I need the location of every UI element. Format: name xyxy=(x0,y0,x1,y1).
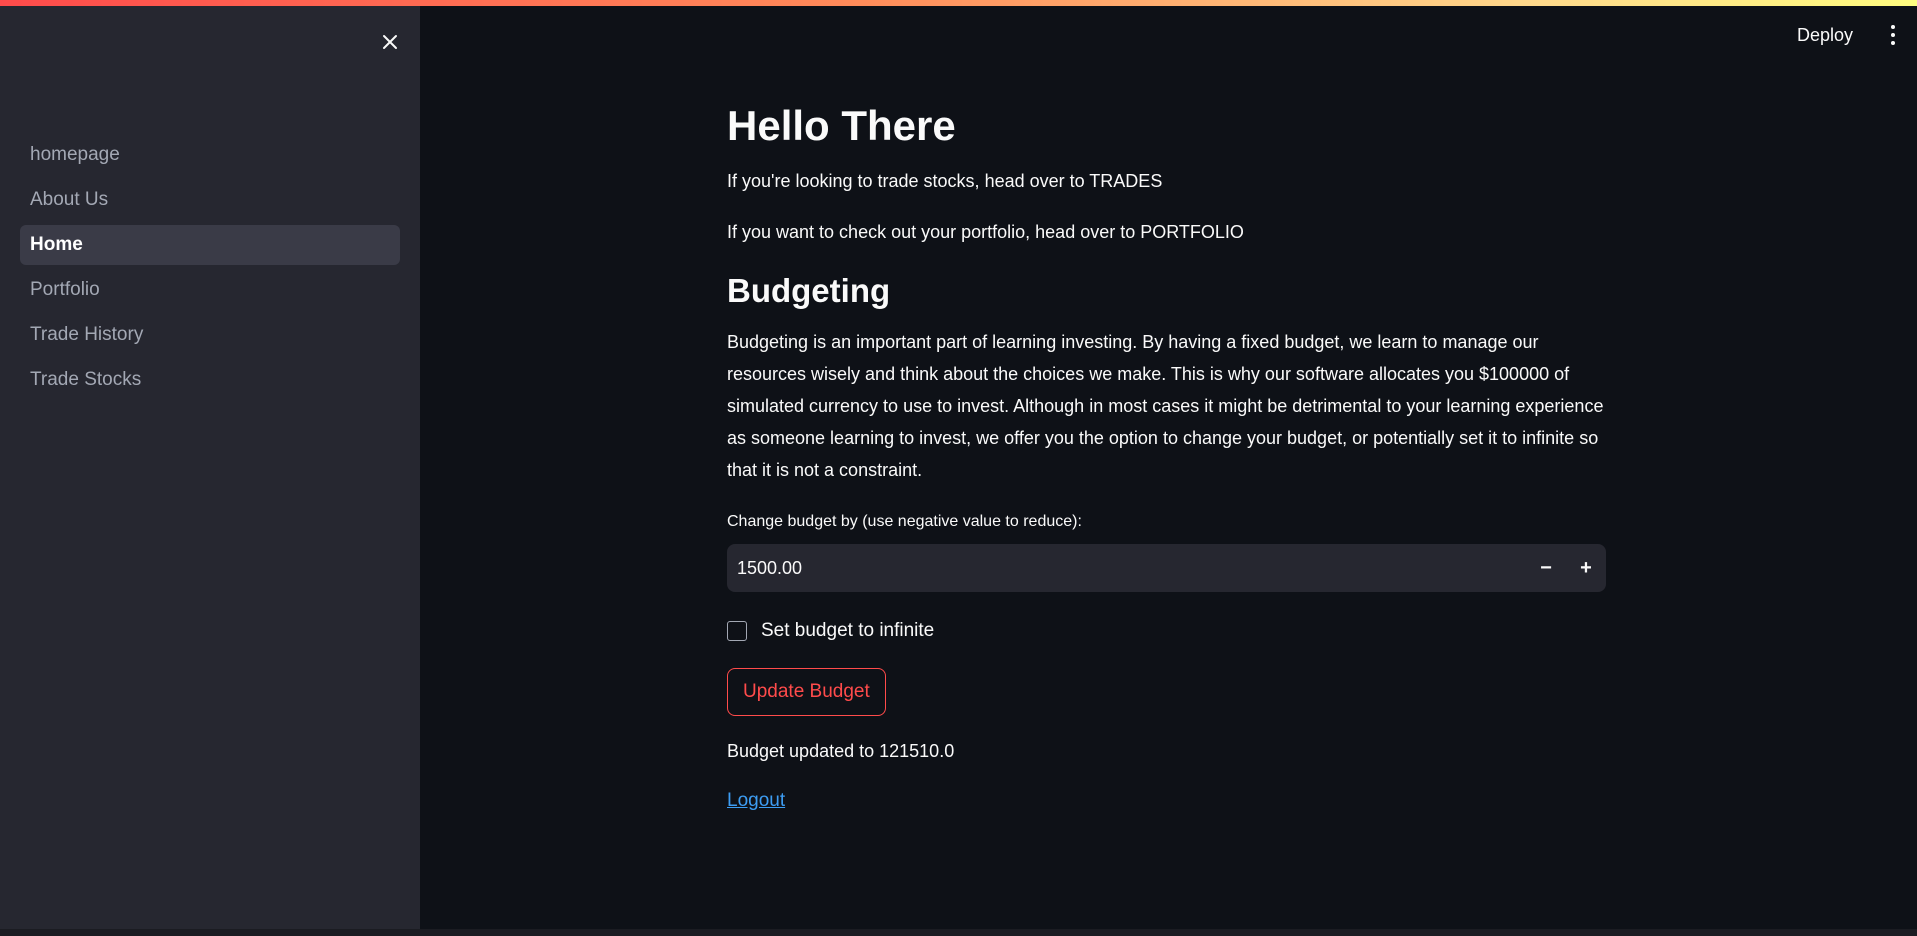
close-icon xyxy=(383,35,397,49)
portfolio-hint: If you want to check out your portfolio,… xyxy=(727,222,1244,242)
top-decoration-bar xyxy=(0,0,1917,6)
budget-number-input: − + xyxy=(727,544,1606,592)
increment-button[interactable]: + xyxy=(1566,544,1606,592)
bottom-border xyxy=(0,929,1917,936)
main-content: Hello There If you're looking to trade s… xyxy=(727,100,1606,812)
sidebar-item-home[interactable]: Home xyxy=(20,225,400,265)
sidebar: homepage About Us Home Portfolio Trade H… xyxy=(0,6,420,930)
sidebar-item-portfolio[interactable]: Portfolio xyxy=(20,270,400,310)
sidebar-item-about-us[interactable]: About Us xyxy=(20,180,400,220)
budgeting-paragraph: Budgeting is an important part of learni… xyxy=(727,332,1604,480)
decrement-button[interactable]: − xyxy=(1526,544,1566,592)
page-title: Hello There xyxy=(727,102,956,149)
vertical-dots-icon xyxy=(1891,25,1895,29)
budget-input-label: Change budget by (use negative value to … xyxy=(727,513,1082,530)
sidebar-item-trade-history[interactable]: Trade History xyxy=(20,315,400,355)
infinite-budget-label[interactable]: Set budget to infinite xyxy=(761,620,934,642)
budget-status-message: Budget updated to 121510.0 xyxy=(727,741,955,761)
update-budget-button[interactable]: Update Budget xyxy=(727,668,886,716)
deploy-button[interactable]: Deploy xyxy=(1797,25,1853,46)
infinite-budget-checkbox[interactable] xyxy=(727,621,747,641)
main-menu-button[interactable] xyxy=(1883,20,1903,50)
infinite-budget-row: Set budget to infinite xyxy=(727,616,1606,646)
budgeting-heading: Budgeting xyxy=(727,272,891,309)
sidebar-item-trade-stocks[interactable]: Trade Stocks xyxy=(20,360,400,400)
budget-input[interactable] xyxy=(727,544,1526,592)
sidebar-nav: homepage About Us Home Portfolio Trade H… xyxy=(20,135,400,405)
trades-hint: If you're looking to trade stocks, head … xyxy=(727,171,1163,191)
logout-link[interactable]: Logout xyxy=(727,790,785,812)
sidebar-item-homepage[interactable]: homepage xyxy=(20,135,400,175)
header-actions: Deploy xyxy=(1797,18,1917,52)
close-sidebar-button[interactable] xyxy=(376,28,404,56)
